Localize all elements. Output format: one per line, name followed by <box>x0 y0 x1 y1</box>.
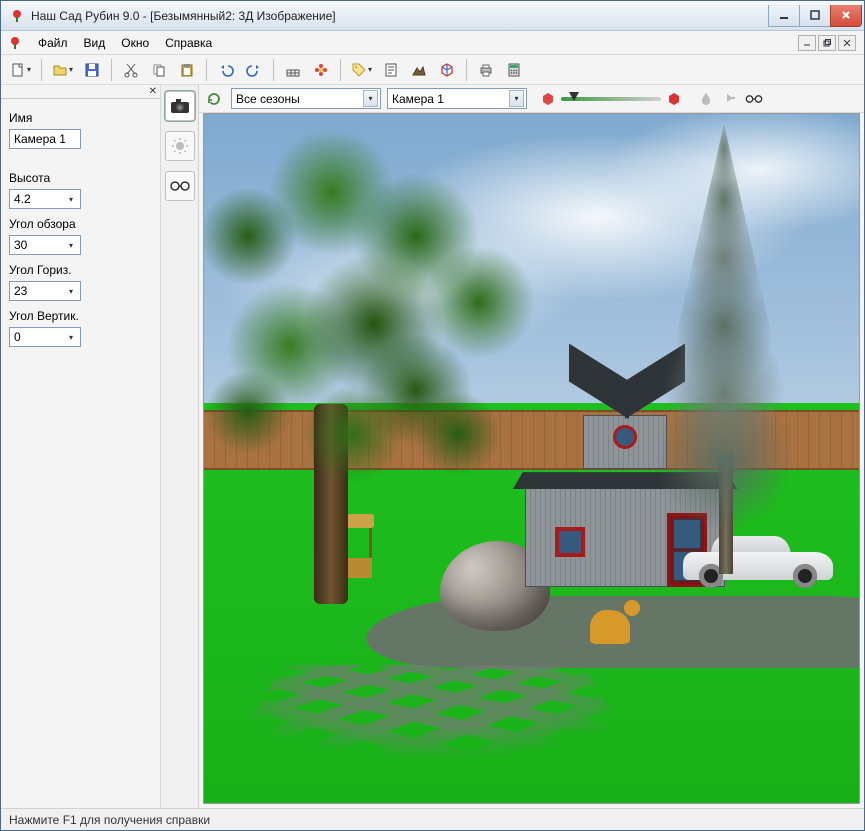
height-value: 4.2 <box>14 192 31 206</box>
close-button[interactable] <box>830 5 862 27</box>
window-title: Наш Сад Рубин 9.0 - [Безымянный2: 3Д Изо… <box>31 9 763 23</box>
chevron-down-icon: ▾ <box>27 65 31 74</box>
undo-button[interactable] <box>214 58 238 82</box>
content-area: ✕ Имя Высота 4.2 ▾ Угол обзора 30 ▾ Угол Г… <box>1 85 864 808</box>
mdi-minimize-button[interactable] <box>798 35 816 51</box>
calculator-button[interactable] <box>502 58 526 82</box>
refresh-button[interactable] <box>203 88 225 110</box>
quality-high-icon <box>665 90 683 108</box>
grid-button[interactable] <box>281 58 305 82</box>
panel-close-button[interactable]: ✕ <box>1 85 160 99</box>
tab-camera[interactable] <box>165 91 195 121</box>
titlebar: Наш Сад Рубин 9.0 - [Безымянный2: 3Д Изо… <box>1 1 864 31</box>
fov-combo[interactable]: 30 ▾ <box>9 235 81 255</box>
menu-view[interactable]: Вид <box>77 33 113 53</box>
quality-low-icon <box>539 90 557 108</box>
camera-combo[interactable]: Камера 1 ▾ <box>387 88 527 109</box>
vert-combo[interactable]: 0▾ <box>9 327 81 347</box>
chevron-down-icon: ▾ <box>509 90 524 107</box>
shape3d-button[interactable] <box>435 58 459 82</box>
horiz-value: 23 <box>14 284 27 298</box>
season-combo[interactable]: Все сезоны ▾ <box>231 88 381 109</box>
slider-thumb[interactable] <box>569 92 579 101</box>
spruce-tree <box>629 124 819 594</box>
flower-button[interactable] <box>309 58 333 82</box>
menu-window[interactable]: Окно <box>114 33 156 53</box>
height-label: Высота <box>9 171 152 185</box>
open-button[interactable]: ▾ <box>49 58 76 82</box>
app-icon-small <box>7 35 23 51</box>
menu-file[interactable]: Файл <box>31 33 75 53</box>
chevron-down-icon: ▾ <box>368 65 372 74</box>
sun-icon <box>171 137 189 155</box>
app-icon <box>9 8 25 24</box>
chevron-down-icon: ▾ <box>363 90 378 107</box>
slider-track[interactable] <box>561 97 661 101</box>
glasses-icon <box>170 180 190 192</box>
separator <box>41 59 42 81</box>
glasses-small-icon[interactable] <box>745 90 763 108</box>
separator <box>206 59 207 81</box>
separator <box>466 59 467 81</box>
view-toolbar: Все сезоны ▾ Камера 1 ▾ <box>199 85 864 113</box>
tab-view-mode[interactable] <box>165 171 195 201</box>
paste-button[interactable] <box>175 58 199 82</box>
paving-path <box>226 665 640 760</box>
separator <box>273 59 274 81</box>
maximize-button[interactable] <box>799 5 831 27</box>
height-combo[interactable]: 4.2 ▾ <box>9 189 81 209</box>
minimize-button[interactable] <box>768 5 800 27</box>
side-tabs <box>160 85 198 808</box>
fov-value: 30 <box>14 238 27 252</box>
camera-value: Камера 1 <box>392 92 509 106</box>
side-panel: ✕ Имя Высота 4.2 ▾ Угол обзора 30 ▾ Угол Г… <box>1 85 199 808</box>
mdi-close-button[interactable] <box>838 35 856 51</box>
terrain-button[interactable] <box>407 58 431 82</box>
note-button[interactable] <box>379 58 403 82</box>
chevron-down-icon: ▾ <box>69 65 73 74</box>
chevron-down-icon: ▾ <box>64 191 78 207</box>
season-value: Все сезоны <box>236 92 363 106</box>
horiz-label: Угол Гориз. <box>9 263 152 277</box>
separator <box>111 59 112 81</box>
vert-value: 0 <box>14 330 21 344</box>
statusbar: Нажмите F1 для получения справки <box>1 808 864 830</box>
tag-button[interactable]: ▾ <box>348 58 375 82</box>
chevron-down-icon: ▾ <box>64 237 78 253</box>
tab-sun[interactable] <box>165 131 195 161</box>
new-button[interactable]: ▾ <box>7 58 34 82</box>
light-icon[interactable] <box>721 90 739 108</box>
fov-label: Угол обзора <box>9 217 152 231</box>
menubar: Файл Вид Окно Справка <box>1 31 864 55</box>
separator <box>340 59 341 81</box>
name-label: Имя <box>9 111 152 125</box>
menu-help[interactable]: Справка <box>158 33 219 53</box>
properties-panel: Имя Высота 4.2 ▾ Угол обзора 30 ▾ Угол Гор… <box>1 99 160 808</box>
camera-icon <box>170 98 190 114</box>
save-button[interactable] <box>80 58 104 82</box>
redo-button[interactable] <box>242 58 266 82</box>
chevron-down-icon: ▾ <box>64 329 78 345</box>
window-buttons <box>769 5 862 27</box>
viewport-container <box>199 113 864 808</box>
droplet-icon[interactable] <box>697 90 715 108</box>
main-toolbar: ▾ ▾ ▾ <box>1 55 864 85</box>
dog <box>590 610 630 644</box>
3d-viewport[interactable] <box>203 113 860 804</box>
status-text: Нажмите F1 для получения справки <box>9 813 210 827</box>
name-input[interactable] <box>9 129 81 149</box>
app-window: Наш Сад Рубин 9.0 - [Безымянный2: 3Д Изо… <box>0 0 865 831</box>
copy-button[interactable] <box>147 58 171 82</box>
cut-button[interactable] <box>119 58 143 82</box>
mdi-restore-button[interactable] <box>818 35 836 51</box>
vert-label: Угол Вертик. <box>9 309 152 323</box>
chevron-down-icon: ▾ <box>64 283 78 299</box>
deciduous-tree <box>203 113 544 644</box>
print-button[interactable] <box>474 58 498 82</box>
mdi-buttons <box>798 35 860 51</box>
quality-slider[interactable] <box>539 90 683 108</box>
horiz-combo[interactable]: 23 ▾ <box>9 281 81 301</box>
